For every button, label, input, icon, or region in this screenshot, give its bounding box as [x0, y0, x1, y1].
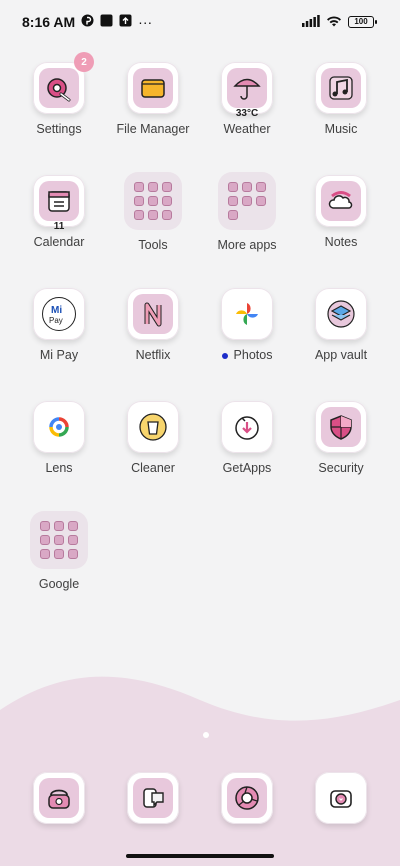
- app-label: More apps: [217, 238, 277, 252]
- signal-icon: [302, 14, 320, 30]
- calendar-date: 11: [53, 221, 65, 232]
- camera-icon: [321, 778, 361, 818]
- browser-icon: [227, 778, 267, 818]
- app-label: Netflix: [135, 348, 171, 362]
- app-calendar[interactable]: 11 Calendar: [12, 171, 106, 284]
- app-label: GetApps: [222, 461, 272, 475]
- shield-icon: [321, 407, 361, 447]
- weather-temperature: 33°C: [235, 108, 259, 119]
- home-indicator[interactable]: [126, 854, 274, 858]
- pinterest-notification-icon: [81, 14, 94, 30]
- square-notification-icon: [100, 14, 113, 30]
- app-cleaner[interactable]: Cleaner: [106, 397, 200, 510]
- app-grid: 2 Settings File Manager 33°C Weather Mus…: [12, 52, 388, 623]
- app-notes[interactable]: Notes: [294, 171, 388, 284]
- message-bubble-icon: [133, 778, 173, 818]
- folder-tools[interactable]: Tools: [106, 171, 200, 284]
- app-getapps[interactable]: GetApps: [200, 397, 294, 510]
- pinwheel-icon: [227, 294, 267, 334]
- app-app-vault[interactable]: App vault: [294, 284, 388, 397]
- notification-badge: 2: [74, 52, 94, 72]
- svg-text:Pay: Pay: [49, 316, 63, 325]
- app-photos[interactable]: Photos: [200, 284, 294, 397]
- folder-grid-icon: [30, 511, 88, 569]
- dock-browser[interactable]: [200, 768, 294, 824]
- app-music[interactable]: Music: [294, 58, 388, 171]
- new-install-dot: [221, 352, 228, 359]
- app-lens[interactable]: Lens: [12, 397, 106, 510]
- dock-phone[interactable]: [12, 768, 106, 824]
- app-label: Calendar: [33, 235, 85, 249]
- app-label: Lens: [45, 461, 73, 475]
- app-label: App vault: [314, 348, 368, 362]
- dock-camera[interactable]: [294, 768, 388, 824]
- status-time: 8:16 AM: [22, 14, 76, 30]
- upload-notification-icon: [119, 14, 132, 30]
- mi-pay-icon: Mi Pay: [42, 297, 76, 331]
- app-label: Cleaner: [131, 461, 175, 475]
- music-note-icon: [321, 68, 361, 108]
- status-bar: 8:16 AM ··· 100: [0, 0, 400, 44]
- app-label: File Manager: [116, 122, 190, 136]
- app-security[interactable]: Security: [294, 397, 388, 510]
- calendar-icon: [39, 181, 79, 221]
- folder-more-apps[interactable]: More apps: [200, 171, 294, 284]
- umbrella-icon: [227, 68, 267, 108]
- app-label: Security: [318, 461, 364, 475]
- more-notifications-icon: ···: [138, 14, 153, 30]
- page-indicator-dot[interactable]: [203, 732, 209, 738]
- download-bag-icon: [227, 407, 267, 447]
- folder-google[interactable]: Google: [12, 510, 106, 623]
- dock-messages[interactable]: [106, 768, 200, 824]
- app-netflix[interactable]: Netflix: [106, 284, 200, 397]
- app-label: Weather: [223, 122, 271, 136]
- folder-icon: [133, 68, 173, 108]
- app-label: Photos: [221, 348, 272, 362]
- phone-icon: [39, 778, 79, 818]
- folder-grid-icon: [218, 172, 276, 230]
- app-label: Music: [324, 122, 358, 136]
- app-file-manager[interactable]: File Manager: [106, 58, 200, 171]
- settings-icon: [39, 68, 79, 108]
- svg-text:Mi: Mi: [51, 305, 62, 316]
- app-label: Settings: [36, 122, 82, 136]
- app-weather[interactable]: 33°C Weather: [200, 58, 294, 171]
- cloud-note-icon: [321, 181, 361, 221]
- trash-bin-icon: [133, 407, 173, 447]
- app-label: Notes: [324, 235, 358, 249]
- app-mi-pay[interactable]: Mi Pay Mi Pay: [12, 284, 106, 397]
- wifi-icon: [326, 14, 342, 30]
- app-label: Mi Pay: [39, 348, 79, 362]
- app-settings[interactable]: 2 Settings: [12, 52, 106, 171]
- dock: [12, 768, 388, 824]
- app-label: Tools: [138, 238, 168, 252]
- battery-indicator: 100: [348, 16, 377, 28]
- layers-icon: [321, 294, 361, 334]
- app-label: Google: [38, 577, 80, 591]
- lens-icon: [39, 407, 79, 447]
- folder-grid-icon: [124, 172, 182, 230]
- netflix-icon: [133, 294, 173, 334]
